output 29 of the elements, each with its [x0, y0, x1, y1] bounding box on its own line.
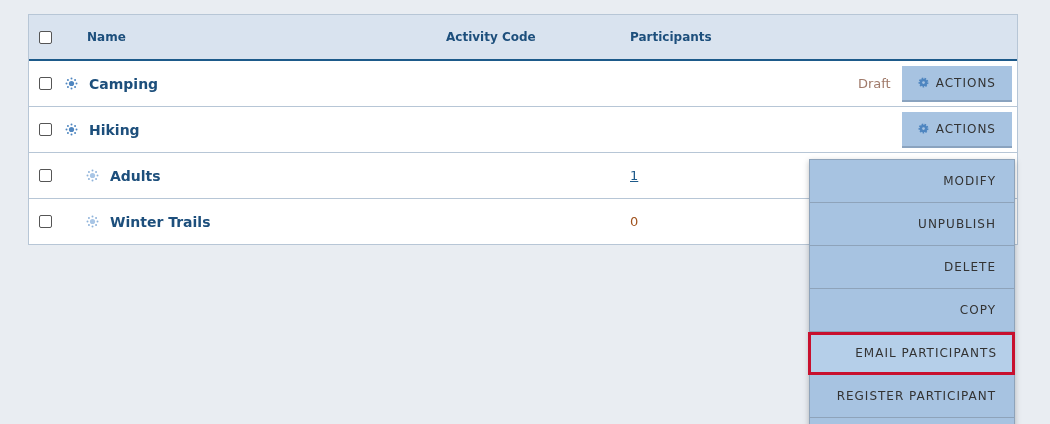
status-label: Draft — [857, 76, 891, 91]
actions-button[interactable]: ACTIONS — [901, 111, 1012, 148]
dotted-circle-icon — [65, 123, 78, 136]
activity-name[interactable]: Camping — [89, 75, 159, 92]
actions-button[interactable]: ACTIONS — [901, 65, 1012, 102]
menu-item[interactable]: REGISTER PARTICIPANT — [810, 375, 1014, 418]
activity-name[interactable]: Hiking — [89, 121, 140, 138]
dotted-circle-icon — [86, 215, 99, 228]
column-header: Participants — [630, 30, 713, 44]
participants-count: 0 — [630, 214, 639, 229]
gear-icon — [917, 77, 929, 88]
row-checkbox[interactable] — [39, 169, 52, 182]
menu-item[interactable]: EMAIL PARTICIPANTS — [808, 332, 1015, 375]
activity-name[interactable]: Winter Trails — [110, 213, 211, 230]
menu-item[interactable]: DELETE — [810, 246, 1014, 289]
column-header: Name — [87, 30, 127, 44]
participants-link[interactable]: 1 — [630, 168, 639, 183]
activity-name[interactable]: Adults — [110, 167, 161, 184]
row-checkbox[interactable] — [39, 215, 52, 228]
column-header: Activity Code — [446, 30, 537, 44]
menu-item[interactable]: MODIFY — [810, 160, 1014, 203]
dotted-circle-icon — [86, 169, 99, 182]
select-all-checkbox[interactable] — [39, 30, 52, 44]
row-checkbox[interactable] — [39, 123, 52, 136]
gear-icon — [917, 123, 929, 134]
row-checkbox[interactable] — [39, 77, 52, 90]
menu-item[interactable]: COPY — [810, 289, 1014, 332]
dotted-circle-icon — [65, 77, 78, 90]
menu-item[interactable]: UNPUBLISH — [810, 203, 1014, 246]
